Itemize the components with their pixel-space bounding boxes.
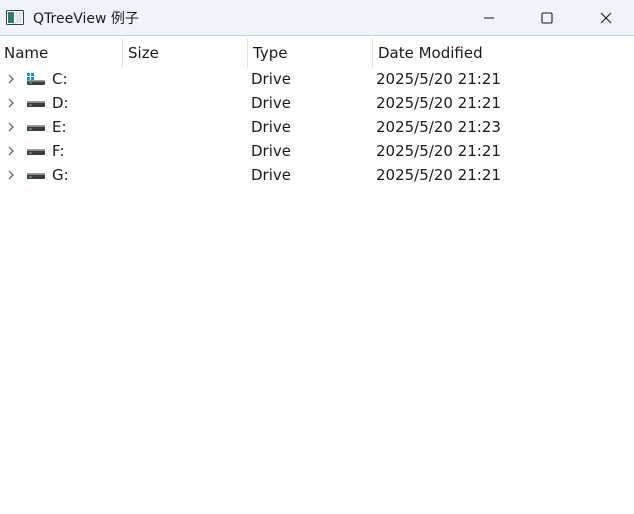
tree-row[interactable]: C: Drive 2025/5/20 21:21 [0, 67, 634, 91]
system-drive-icon [27, 73, 45, 85]
column-header-size[interactable]: Size [128, 38, 246, 68]
chevron-right-icon[interactable] [5, 97, 17, 109]
window-icon [6, 10, 24, 25]
chevron-right-icon[interactable] [5, 73, 17, 85]
close-button[interactable] [577, 0, 634, 36]
drive-name: D: [52, 94, 69, 112]
title-bar: QTreeView 例子 [0, 0, 634, 36]
drive-name: C: [52, 70, 68, 88]
drive-type: Drive [251, 166, 291, 184]
chevron-right-icon[interactable] [5, 169, 17, 181]
tree-row[interactable]: G: Drive 2025/5/20 21:21 [0, 163, 634, 187]
drive-icon [27, 101, 45, 107]
drive-name: F: [52, 142, 65, 160]
window-title: QTreeView 例子 [33, 11, 139, 27]
drive-name: E: [52, 118, 67, 136]
drive-type: Drive [251, 118, 291, 136]
column-divider[interactable] [372, 38, 373, 68]
column-divider[interactable] [247, 38, 248, 68]
column-header-date-modified[interactable]: Date Modified [378, 38, 578, 68]
app-window: QTreeView 例子 Name Size Type Date Modifie… [0, 0, 634, 514]
drive-icon [27, 149, 45, 155]
tree-row[interactable]: F: Drive 2025/5/20 21:21 [0, 139, 634, 163]
minimize-icon [484, 17, 494, 19]
drive-date-modified: 2025/5/20 21:23 [376, 118, 501, 136]
tree-header: Name Size Type Date Modified [0, 38, 634, 68]
column-divider[interactable] [122, 38, 123, 68]
column-header-name[interactable]: Name [4, 38, 122, 68]
drive-date-modified: 2025/5/20 21:21 [376, 166, 501, 184]
minimize-button[interactable] [460, 0, 518, 36]
drive-type: Drive [251, 70, 291, 88]
drive-date-modified: 2025/5/20 21:21 [376, 70, 501, 88]
drive-name: G: [52, 166, 69, 184]
tree-view[interactable]: C: Drive 2025/5/20 21:21 D: Drive 2025/5… [0, 67, 634, 187]
close-icon [600, 12, 612, 24]
drive-date-modified: 2025/5/20 21:21 [376, 94, 501, 112]
tree-row[interactable]: D: Drive 2025/5/20 21:21 [0, 91, 634, 115]
drive-icon [27, 173, 45, 179]
drive-icon [27, 125, 45, 131]
drive-type: Drive [251, 94, 291, 112]
chevron-right-icon[interactable] [5, 121, 17, 133]
tree-row[interactable]: E: Drive 2025/5/20 21:23 [0, 115, 634, 139]
drive-type: Drive [251, 142, 291, 160]
maximize-button[interactable] [518, 0, 576, 36]
drive-date-modified: 2025/5/20 21:21 [376, 142, 501, 160]
maximize-icon [541, 12, 553, 24]
chevron-right-icon[interactable] [5, 145, 17, 157]
column-header-type[interactable]: Type [253, 38, 371, 68]
